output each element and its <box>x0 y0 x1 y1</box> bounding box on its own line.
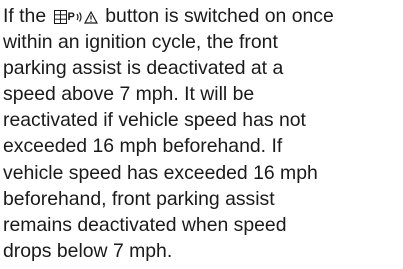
parking-letter-icon: P <box>67 11 75 23</box>
text-line: vehicle speed has exceeded 16 mph <box>3 161 318 184</box>
text-line: within an ignition cycle, the front <box>3 31 278 54</box>
text-line: drops below 7 mph. <box>3 239 173 262</box>
text-line: speed above 7 mph. It will be <box>3 83 255 106</box>
sensor-grid-icon <box>53 10 67 24</box>
text-line: exceeded 16 mph beforehand. If <box>3 135 283 158</box>
parking-assist-icon: P <box>53 10 98 24</box>
text-line: reactivated if vehicle speed has not <box>3 109 306 132</box>
text-line: If the P button is switched on once <box>3 3 401 29</box>
text-line: parking assist is deactivated at a <box>3 57 284 80</box>
document-paragraph: If the P button is switched on once with… <box>3 3 401 264</box>
text-line: beforehand, front parking assist <box>3 187 275 210</box>
text-line: remains deactivated when speed <box>3 213 287 236</box>
text-line-fragment: button is switched on once <box>105 5 334 27</box>
text-line-fragment: If the <box>3 5 47 27</box>
warning-triangle-icon <box>83 10 98 24</box>
sound-waves-icon <box>76 12 82 22</box>
